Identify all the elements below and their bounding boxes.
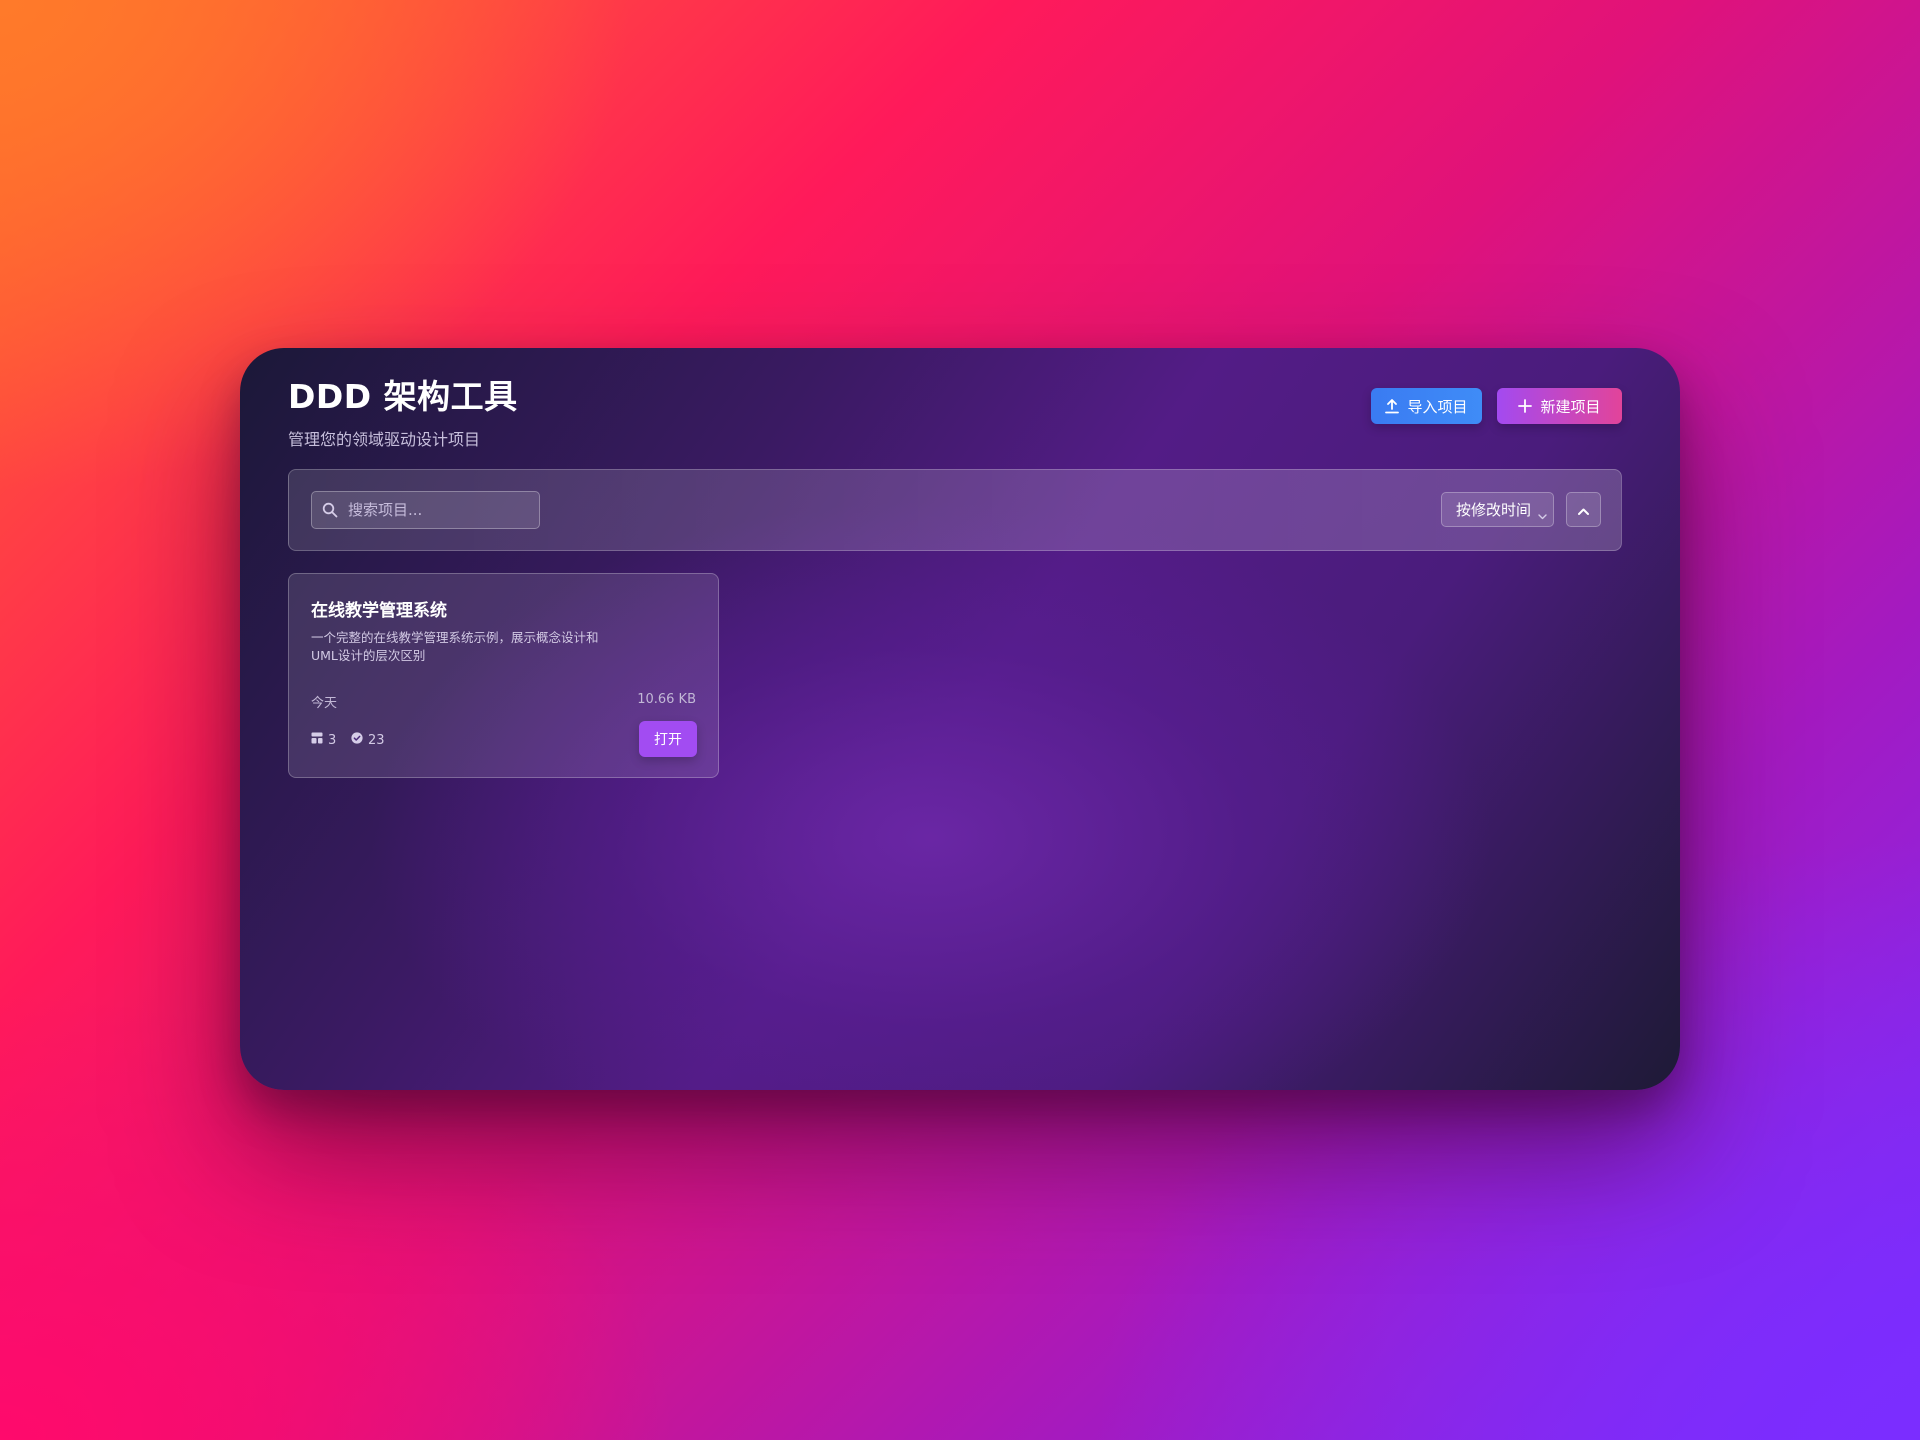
plus-icon bbox=[1518, 399, 1533, 413]
project-description: 一个完整的在线教学管理系统示例，展示概念设计和UML设计的层次区别 bbox=[311, 630, 599, 663]
new-project-button[interactable]: 新建项目 bbox=[1497, 388, 1622, 424]
page-subtitle: 管理您的领域驱动设计项目 bbox=[288, 430, 481, 449]
layer-count-value: 3 bbox=[328, 732, 337, 748]
chevron-down-icon bbox=[1538, 506, 1547, 524]
check-circle-icon bbox=[351, 732, 363, 748]
upload-icon bbox=[1385, 398, 1400, 414]
sort-select[interactable]: 按修改时间 bbox=[1441, 492, 1554, 527]
item-count-value: 23 bbox=[368, 732, 385, 748]
search-icon bbox=[322, 502, 338, 522]
import-project-label: 导入项目 bbox=[1407, 397, 1468, 416]
project-title: 在线教学管理系统 bbox=[311, 601, 447, 621]
search-input[interactable] bbox=[348, 492, 534, 528]
search-box[interactable] bbox=[311, 491, 540, 529]
layout-icon bbox=[311, 732, 323, 748]
page-title: DDD 架构工具 bbox=[288, 377, 518, 416]
app-window: DDD 架构工具 管理您的领域驱动设计项目 导入项目 新建项目 搜索项目... … bbox=[240, 348, 1680, 1090]
project-item-count: 23 bbox=[351, 732, 385, 748]
project-modified-date: 今天 bbox=[311, 696, 338, 711]
sort-order-button[interactable] bbox=[1566, 492, 1601, 527]
page-header: DDD 架构工具 管理您的领域驱动设计项目 bbox=[288, 370, 518, 450]
project-layer-count: 3 bbox=[311, 732, 336, 748]
import-project-button[interactable]: 导入项目 bbox=[1371, 388, 1482, 424]
project-file-size: 10.66 KB bbox=[637, 692, 696, 707]
chevron-up-icon bbox=[1578, 500, 1589, 519]
open-project-button[interactable]: 打开 bbox=[639, 721, 697, 757]
sort-select-value: 按修改时间 bbox=[1456, 501, 1532, 519]
project-card[interactable]: 在线教学管理系统 一个完整的在线教学管理系统示例，展示概念设计和UML设计的层次… bbox=[288, 573, 719, 778]
new-project-label: 新建项目 bbox=[1540, 397, 1601, 416]
filter-toolbar: 按修改时间 bbox=[288, 469, 1622, 551]
